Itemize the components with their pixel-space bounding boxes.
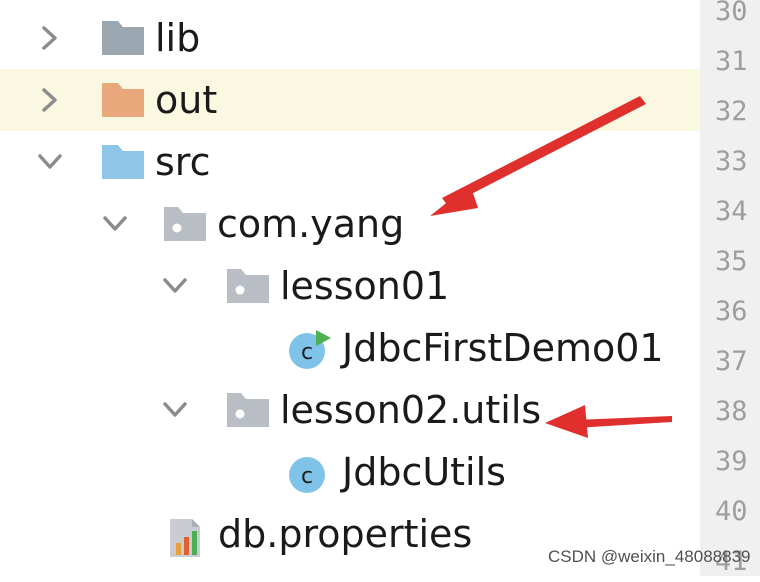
line-number: 30 bbox=[715, 0, 748, 27]
line-number: 39 bbox=[715, 446, 748, 477]
tree-item-label: JdbcUtils bbox=[342, 450, 506, 494]
tree-item-label: db.properties bbox=[218, 512, 473, 556]
package-icon bbox=[227, 393, 269, 427]
tree-item-label: src bbox=[155, 140, 211, 184]
chevron-down-icon[interactable] bbox=[100, 209, 130, 239]
svg-text:c: c bbox=[301, 340, 313, 365]
chevron-down-icon[interactable] bbox=[35, 147, 65, 177]
tree-item-label: lesson01 bbox=[280, 264, 450, 308]
line-number: 38 bbox=[715, 396, 748, 427]
tree-item-lesson01[interactable]: lesson01 bbox=[0, 255, 700, 317]
chevron-right-icon[interactable] bbox=[35, 23, 65, 53]
folder-icon bbox=[102, 145, 144, 179]
chevron-down-icon[interactable] bbox=[160, 271, 190, 301]
tree-item-jdbcfirstdemo01[interactable]: c JdbcFirstDemo01 bbox=[0, 317, 700, 379]
line-number-gutter: 30 31 32 33 34 35 36 37 38 39 40 41 bbox=[700, 0, 760, 577]
line-number: 32 bbox=[715, 96, 748, 127]
svg-text:c: c bbox=[301, 464, 313, 489]
tree-item-jdbcutils[interactable]: c JdbcUtils bbox=[0, 441, 700, 503]
folder-icon bbox=[102, 83, 144, 117]
tree-item-lib[interactable]: lib bbox=[0, 7, 700, 69]
tree-item-label: out bbox=[155, 78, 218, 122]
tree-item-label: lesson02.utils bbox=[280, 388, 542, 432]
line-number: 37 bbox=[715, 346, 748, 377]
line-number: 35 bbox=[715, 246, 748, 277]
line-number: 33 bbox=[715, 146, 748, 177]
package-icon bbox=[164, 207, 206, 241]
project-tree: lib out src com.yang lesson01 c JdbcFirs… bbox=[0, 0, 700, 576]
java-class-runnable-icon: c bbox=[289, 330, 331, 369]
chevron-right-icon[interactable] bbox=[35, 85, 65, 115]
tree-item-out[interactable]: out bbox=[0, 69, 700, 131]
tree-item-label: com.yang bbox=[217, 202, 405, 246]
properties-file-icon bbox=[170, 519, 200, 557]
line-number: 36 bbox=[715, 296, 748, 327]
tree-item-label: lib bbox=[155, 16, 201, 60]
tree-item-com-yang[interactable]: com.yang bbox=[0, 193, 700, 255]
java-class-icon: c bbox=[289, 457, 325, 493]
tree-item-src[interactable]: src bbox=[0, 131, 700, 193]
line-number: 40 bbox=[715, 496, 748, 527]
tree-item-label: JdbcFirstDemo01 bbox=[342, 326, 664, 370]
chevron-down-icon[interactable] bbox=[160, 395, 190, 425]
line-number: 31 bbox=[715, 46, 748, 77]
folder-icon bbox=[102, 21, 144, 55]
watermark: CSDN @weixin_48088839 bbox=[548, 547, 751, 566]
line-number: 34 bbox=[715, 196, 748, 227]
tree-item-lesson02-utils[interactable]: lesson02.utils bbox=[0, 379, 700, 441]
package-icon bbox=[227, 269, 269, 303]
